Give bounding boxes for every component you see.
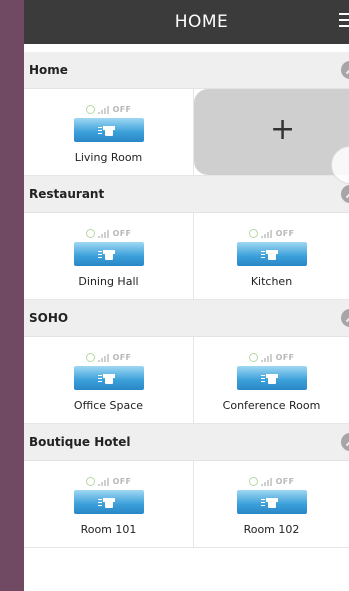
status-text: OFF [112,476,132,486]
left-edge-border [0,0,24,591]
room-row: OFF Office Space OFF Conference Room [24,337,349,424]
device-button[interactable] [236,242,307,266]
room-tile-living-room[interactable]: OFF Living Room [24,89,194,175]
shirt-icon [97,372,115,384]
room-tile-room-102[interactable]: OFF Room 102 [194,461,349,547]
room-name: Office Space [73,399,144,412]
section-header-restaurant: Restaurant [24,176,349,213]
phone-screen: HOME Home OFF Living Room + Restaurant O… [24,0,349,591]
power-icon [85,228,95,238]
shirt-icon [260,372,278,384]
status-text: OFF [275,476,295,486]
status-text: OFF [275,228,295,238]
signal-strength-icon [260,353,273,362]
section-header-home: Home [24,52,349,89]
power-icon [248,228,258,238]
shirt-icon [97,496,115,508]
device-status: OFF [248,351,295,363]
edit-section-icon[interactable] [341,433,349,451]
room-name: Conference Room [222,399,321,412]
shirt-icon [260,248,278,260]
power-icon [248,352,258,362]
power-icon [85,476,95,486]
power-icon [85,352,95,362]
power-icon [248,476,258,486]
room-name: Room 102 [243,523,300,536]
device-button[interactable] [236,366,307,390]
section-header-boutique-hotel: Boutique Hotel [24,424,349,461]
room-name: Room 101 [80,523,137,536]
room-name: Living Room [74,151,143,164]
shirt-icon [97,248,115,260]
edit-section-icon[interactable] [341,309,349,327]
edit-section-icon[interactable] [341,61,349,79]
device-status: OFF [85,351,132,363]
section-title: Boutique Hotel [29,435,131,449]
room-row: OFF Dining Hall OFF Kitchen [24,213,349,300]
signal-strength-icon [260,229,273,238]
device-status: OFF [85,475,132,487]
device-button[interactable] [73,366,144,390]
section-title: Restaurant [29,187,105,201]
power-icon [85,104,95,114]
status-text: OFF [275,352,295,362]
device-status: OFF [85,103,132,115]
signal-strength-icon [97,105,110,114]
section-title: SOHO [29,311,69,325]
device-button[interactable] [236,490,307,514]
page-title: HOME [174,12,229,32]
hamburger-menu-icon[interactable] [339,13,349,31]
device-button[interactable] [73,242,144,266]
section-header-soho: SOHO [24,300,349,337]
signal-strength-icon [97,229,110,238]
device-status: OFF [85,227,132,239]
device-button[interactable] [73,118,144,142]
shirt-icon [97,124,115,136]
status-text: OFF [112,352,132,362]
room-name: Kitchen [250,275,293,288]
room-tile-dining-hall[interactable]: OFF Dining Hall [24,213,194,299]
signal-strength-icon [97,353,110,362]
device-status: OFF [248,227,295,239]
add-room-button[interactable]: + [194,89,349,175]
room-row: OFF Room 101 OFF Room 102 [24,461,349,548]
room-tile-conference-room[interactable]: OFF Conference Room [194,337,349,423]
top-bar: HOME [24,0,349,44]
device-status: OFF [248,475,295,487]
app-frame: HOME Home OFF Living Room + Restaurant O… [0,0,349,591]
status-text: OFF [112,228,132,238]
status-text: OFF [112,104,132,114]
room-tile-kitchen[interactable]: OFF Kitchen [194,213,349,299]
shirt-icon [260,496,278,508]
room-tile-office-space[interactable]: OFF Office Space [24,337,194,423]
device-button[interactable] [73,490,144,514]
signal-strength-icon [260,477,273,486]
edit-section-icon[interactable] [341,185,349,203]
signal-strength-icon [97,477,110,486]
section-title: Home [29,63,68,77]
room-name: Dining Hall [78,275,139,288]
plus-icon: + [270,112,296,147]
room-row: OFF Living Room + [24,89,349,176]
room-tile-room-101[interactable]: OFF Room 101 [24,461,194,547]
